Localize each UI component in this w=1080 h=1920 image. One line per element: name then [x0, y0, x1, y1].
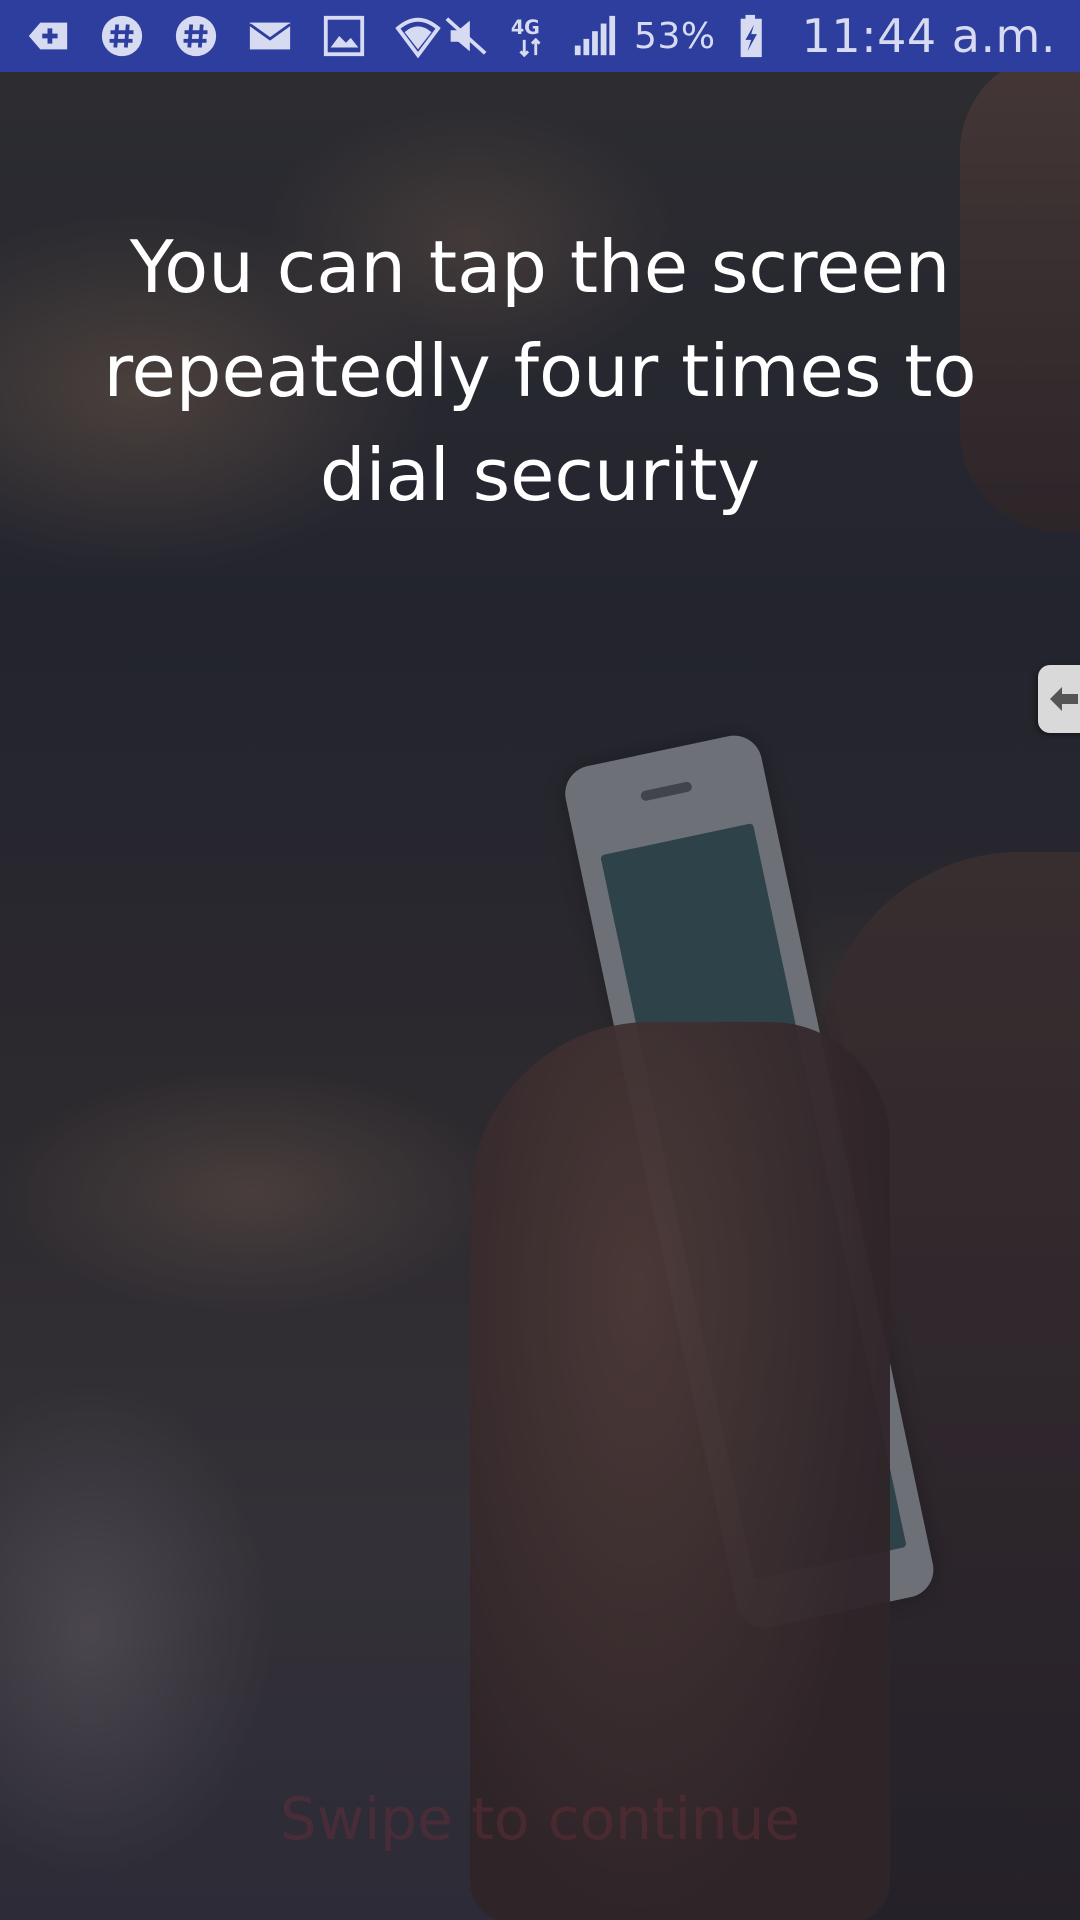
network-4g-icon: 4G [506, 12, 554, 60]
status-time: 11:44 a.m. [801, 9, 1056, 63]
hashtag-icon [172, 12, 220, 60]
status-bar-notifications [24, 12, 442, 60]
hashtag-icon [98, 12, 146, 60]
arrow-left-icon [1050, 687, 1078, 711]
mail-icon [246, 12, 294, 60]
battery-charging-icon [732, 12, 780, 60]
mute-icon [442, 12, 490, 60]
add-icon [24, 12, 72, 60]
svg-text:4G: 4G [511, 16, 540, 39]
swipe-hint[interactable]: Swipe to continue [0, 1785, 1080, 1853]
image-icon [320, 12, 368, 60]
signal-icon [570, 12, 618, 60]
tutorial-message: You can tap the screen repeatedly four t… [103, 225, 977, 517]
battery-percent: 53% [634, 15, 716, 57]
status-bar: 4G 53% 11:44 a.m. [0, 0, 1080, 72]
edge-panel-handle[interactable] [1038, 665, 1080, 733]
wifi-icon [394, 12, 442, 60]
status-bar-system: 4G 53% 11:44 a.m. [442, 9, 1056, 63]
